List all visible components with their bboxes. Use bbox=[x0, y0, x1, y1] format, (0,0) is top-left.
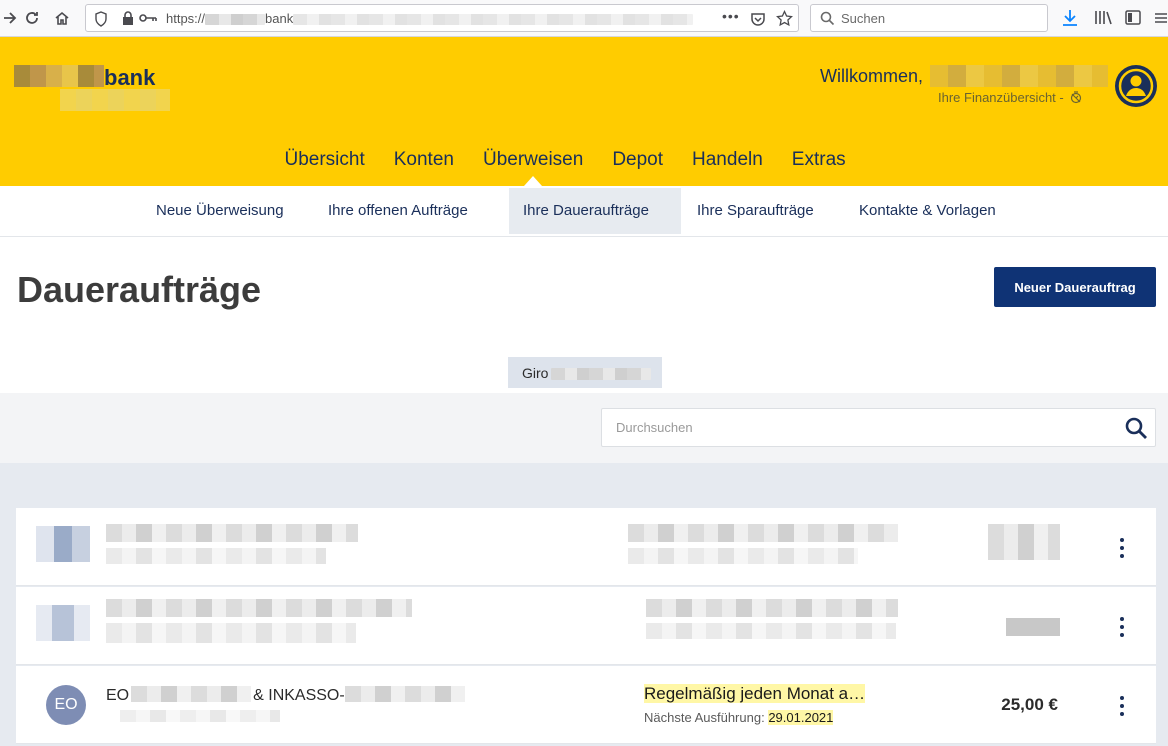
redacted-text bbox=[120, 710, 280, 722]
payee-name: EO & INKASSO- bbox=[106, 686, 465, 705]
account-tab-giro[interactable]: Giro bbox=[508, 357, 662, 388]
financial-overview-link[interactable]: Ihre Finanzübersicht - bbox=[938, 90, 1082, 105]
standing-orders-list: EO EO & INKASSO- Regelmäßig jeden Monat a… bbox=[0, 463, 1168, 746]
search-icon[interactable] bbox=[1124, 416, 1148, 440]
lock-icon[interactable] bbox=[122, 11, 134, 26]
subnav-offene-auftraege[interactable]: Ihre offenen Aufträge bbox=[314, 188, 482, 234]
browser-toolbar: https:// bank ••• Suchen bbox=[0, 0, 1168, 37]
redacted-text bbox=[628, 524, 898, 542]
logo-text: bank bbox=[104, 65, 156, 90]
dot bbox=[1120, 704, 1124, 708]
redacted-avatar bbox=[36, 605, 90, 641]
search-icon bbox=[820, 11, 835, 26]
forward-icon[interactable] bbox=[0, 8, 20, 28]
address-bar[interactable]: https:// bank ••• bbox=[85, 4, 799, 32]
list-item[interactable] bbox=[16, 587, 1156, 665]
bank-logo[interactable]: bank bbox=[14, 65, 155, 91]
user-icon bbox=[1118, 68, 1154, 104]
subnav-dauerauftraege[interactable]: Ihre Daueraufträge bbox=[509, 188, 681, 234]
redacted-text bbox=[646, 623, 896, 639]
browser-search-bar[interactable]: Suchen bbox=[810, 4, 1048, 32]
page-title: Daueraufträge bbox=[17, 269, 262, 310]
sidebar-icon[interactable] bbox=[1125, 10, 1141, 25]
redacted-text bbox=[293, 14, 694, 26]
next-execution-label: Nächste Ausführung: bbox=[644, 710, 765, 725]
payee-name-start: EO bbox=[106, 687, 130, 704]
url-protocol: https:// bbox=[166, 11, 206, 26]
dot bbox=[1120, 625, 1124, 629]
search-field[interactable] bbox=[601, 408, 1156, 447]
shield-icon[interactable] bbox=[94, 11, 108, 27]
redacted-text bbox=[106, 599, 412, 617]
dot bbox=[1120, 546, 1124, 550]
url-text: https:// bank bbox=[166, 11, 694, 26]
redacted-text bbox=[106, 524, 358, 542]
amount: 25,00 € bbox=[1001, 695, 1058, 714]
dot bbox=[1120, 617, 1124, 621]
timer-icon bbox=[1071, 91, 1082, 104]
redacted-text bbox=[646, 599, 898, 617]
dot bbox=[1120, 554, 1124, 558]
user-profile-button[interactable] bbox=[1115, 65, 1157, 107]
redacted-user-name bbox=[930, 65, 1108, 87]
dot bbox=[1120, 633, 1124, 637]
avatar: EO bbox=[46, 685, 86, 725]
nav-uebersicht[interactable]: Übersicht bbox=[270, 149, 379, 171]
redacted-amount bbox=[988, 524, 1060, 560]
schedule-text: Regelmäßig jeden Monat a… bbox=[644, 684, 866, 704]
redacted-account-number bbox=[551, 368, 652, 381]
nav-handeln[interactable]: Handeln bbox=[678, 149, 778, 171]
browser-search-placeholder: Suchen bbox=[841, 11, 886, 26]
redacted-text bbox=[131, 686, 252, 702]
financial-overview-label: Ihre Finanzübersicht - bbox=[938, 90, 1064, 105]
redacted-text bbox=[205, 14, 266, 26]
next-execution-date: 29.01.2021 bbox=[768, 710, 834, 725]
redacted-avatar bbox=[36, 526, 90, 562]
list-item[interactable] bbox=[16, 508, 1156, 586]
nav-konten[interactable]: Konten bbox=[379, 149, 468, 171]
url-host: bank bbox=[265, 11, 294, 26]
redacted-text bbox=[344, 686, 465, 702]
row-menu-button[interactable] bbox=[1118, 538, 1126, 558]
nav-ueberweisen[interactable]: Überweisen bbox=[468, 149, 597, 186]
nav-extras[interactable]: Extras bbox=[777, 149, 860, 171]
sub-navigation: Neue Überweisung Ihre offenen Aufträge I… bbox=[0, 186, 1168, 237]
dot bbox=[1120, 696, 1124, 700]
site-header: bank Willkommen, Ihre Finanzübersicht - … bbox=[0, 37, 1168, 186]
reload-icon[interactable] bbox=[22, 8, 42, 28]
main-navigation: Übersicht Konten Überweisen Depot Handel… bbox=[270, 149, 860, 186]
welcome-text: Willkommen, bbox=[820, 66, 924, 86]
next-execution: Nächste Ausführung: 29.01.2021 bbox=[644, 710, 834, 725]
pocket-icon[interactable] bbox=[750, 11, 766, 27]
redacted-text bbox=[106, 548, 326, 564]
new-standing-order-button[interactable]: Neuer Dauerauftrag bbox=[994, 267, 1156, 307]
subnav-sparauftraege[interactable]: Ihre Sparaufträge bbox=[683, 188, 828, 234]
search-input[interactable] bbox=[616, 409, 1096, 446]
redacted-amount bbox=[1006, 618, 1060, 636]
redacted-logo bbox=[60, 89, 170, 111]
star-icon[interactable] bbox=[776, 10, 793, 27]
subnav-kontakte-vorlagen[interactable]: Kontakte & Vorlagen bbox=[845, 188, 1010, 234]
payee-name-mid: & INKASSO- bbox=[253, 687, 345, 704]
row-menu-button[interactable] bbox=[1118, 617, 1126, 637]
nav-depot[interactable]: Depot bbox=[598, 149, 678, 171]
account-tab-label: Giro bbox=[522, 365, 549, 381]
redacted-text bbox=[106, 623, 356, 643]
key-icon[interactable] bbox=[139, 13, 157, 23]
row-menu-button[interactable] bbox=[1118, 696, 1126, 716]
library-icon[interactable] bbox=[1094, 10, 1112, 25]
more-actions-icon[interactable]: ••• bbox=[722, 8, 740, 24]
dot bbox=[1120, 538, 1124, 542]
subnav-neue-ueberweisung[interactable]: Neue Überweisung bbox=[142, 188, 298, 234]
list-item[interactable]: EO EO & INKASSO- Regelmäßig jeden Monat a… bbox=[16, 666, 1156, 744]
redacted-text bbox=[628, 548, 858, 564]
home-icon[interactable] bbox=[52, 8, 72, 28]
schedule-label: Regelmäßig jeden Monat a… bbox=[644, 684, 866, 703]
dot bbox=[1120, 712, 1124, 716]
overflow-menu-icon[interactable] bbox=[1153, 10, 1167, 26]
download-icon[interactable] bbox=[1062, 9, 1078, 27]
